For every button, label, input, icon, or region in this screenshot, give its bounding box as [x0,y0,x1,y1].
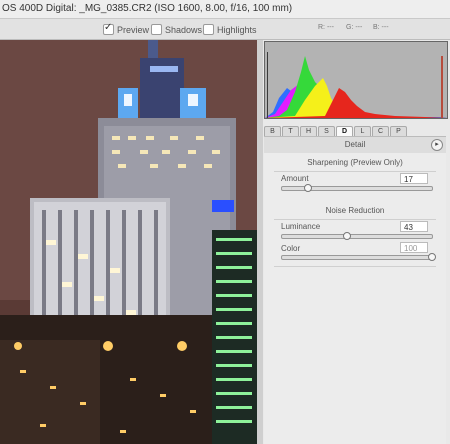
panel-divider [274,266,436,267]
highlights-checkbox[interactable]: Highlights [203,24,257,35]
amount-label: Amount [281,174,309,183]
tab-h[interactable]: H [300,126,317,136]
sharpening-title: Sharpening (Preview Only) [307,158,403,167]
window-title-bar: OS 400D Digital: _MG_0385.CR2 (ISO 1600,… [0,0,450,19]
histogram-graph [265,42,447,118]
readout-b: B: --- [373,24,389,31]
image-preview[interactable] [0,40,258,444]
highlights-checkbox-box[interactable] [203,24,214,35]
amount-field[interactable]: 17 [400,173,428,184]
color-slider-thumb[interactable] [428,253,436,261]
preview-checkbox-label: Preview [117,24,150,35]
shadows-checkbox[interactable]: Shadows [151,24,202,35]
tab-l[interactable]: L [354,126,371,136]
tab-p[interactable]: P [390,126,407,136]
tab-d[interactable]: D [336,126,353,136]
preview-scrollbar[interactable] [257,40,263,444]
color-slider[interactable] [281,253,436,261]
luminance-label: Luminance [281,222,321,231]
panel-header: Detail ▸ [264,136,446,154]
highlights-checkbox-label: Highlights [217,24,257,35]
sharpening-section: Sharpening (Preview Only) [264,158,446,172]
readout-g: G: --- [346,24,363,31]
preview-checkbox-box[interactable] [103,22,114,35]
tab-s[interactable]: S [318,126,335,136]
color-field[interactable]: 100 [400,242,428,253]
tab-b[interactable]: B [264,126,281,136]
panel-title: Detail [344,140,366,149]
city-night-photo [0,40,257,444]
histogram [264,41,448,119]
noise-reduction-section: Noise Reduction [264,206,446,220]
tab-t[interactable]: T [282,126,299,136]
shadows-checkbox-label: Shadows [165,24,203,35]
circle-arrow-right-icon[interactable]: ▸ [431,139,443,151]
luminance-slider[interactable] [281,232,433,240]
detail-panel: Sharpening (Preview Only) Amount 17 Nois… [264,153,446,444]
amount-slider-thumb[interactable] [303,184,312,192]
amount-slider[interactable] [281,184,433,192]
luminance-slider-thumb[interactable] [342,232,351,240]
luminance-field[interactable]: 43 [400,221,428,232]
adjustment-tabs: BTHSDLCP [264,126,446,136]
readout-r: R: --- [318,24,334,31]
color-label: Color [281,244,301,253]
window-title: OS 400D Digital: _MG_0385.CR2 (ISO 1600,… [2,3,293,14]
shadows-checkbox-box[interactable] [151,24,162,35]
tab-c[interactable]: C [372,126,389,136]
preview-checkbox[interactable]: Preview [103,22,150,35]
noise-reduction-title: Noise Reduction [325,206,385,215]
